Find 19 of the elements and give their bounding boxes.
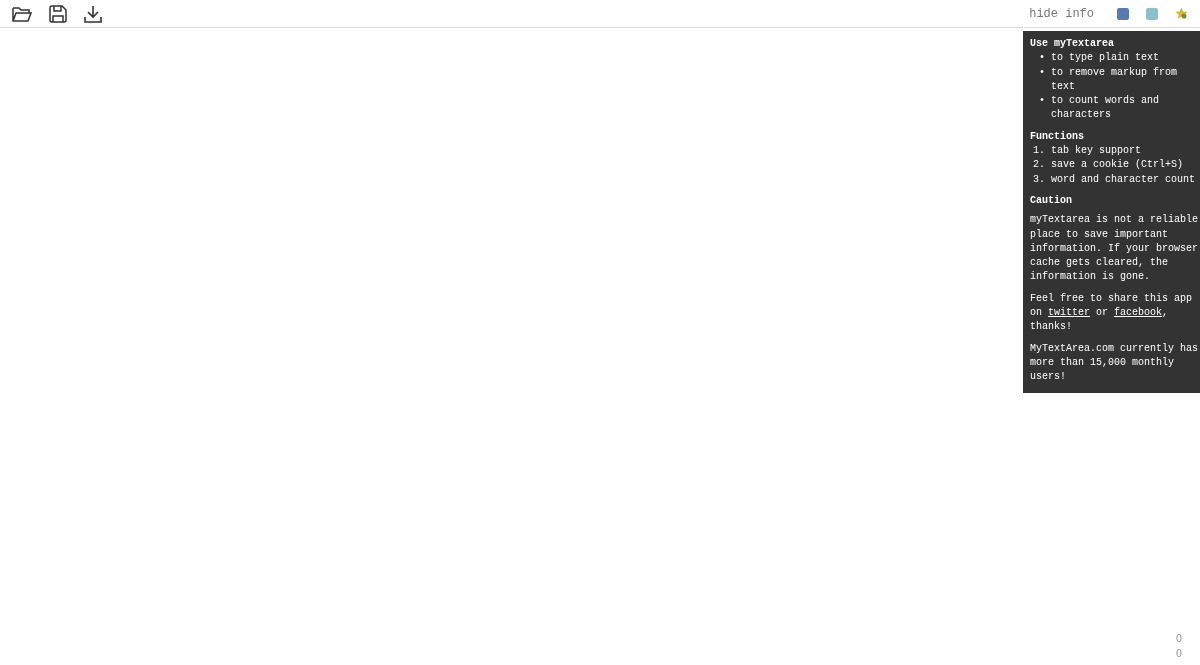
caution-text: myTextarea is not a reliable place to save important information. If your browser cache gets cleared, the information is gone. [1030, 213, 1200, 285]
bullet: • [1038, 51, 1046, 66]
list-number: 1. [1032, 144, 1046, 159]
caution-title: Caution [1030, 193, 1073, 208]
info-title: Use myTextarea [1030, 37, 1115, 51]
list-number: 2. [1032, 158, 1046, 173]
character-count: 0 [1175, 647, 1182, 661]
word-count: 0 [1175, 632, 1182, 646]
usage-item: to type plain text [1051, 51, 1161, 66]
function-item: tab key support [1051, 144, 1142, 159]
bullet: • [1038, 94, 1046, 109]
bullet: • [1038, 65, 1046, 80]
share-text: Feel free to share this app on twitter or facebook, thanks! [1030, 291, 1194, 335]
function-item: word and character count [1051, 172, 1197, 187]
function-item: save a cookie (Ctrl+S) [1051, 158, 1185, 173]
list-number: 3. [1032, 172, 1046, 187]
users-text: MyTextArea.com currently has more than 15,000 monthly users! [1030, 341, 1200, 385]
usage-item: to count words and characters [1051, 94, 1161, 123]
functions-title: Functions [1030, 129, 1085, 144]
